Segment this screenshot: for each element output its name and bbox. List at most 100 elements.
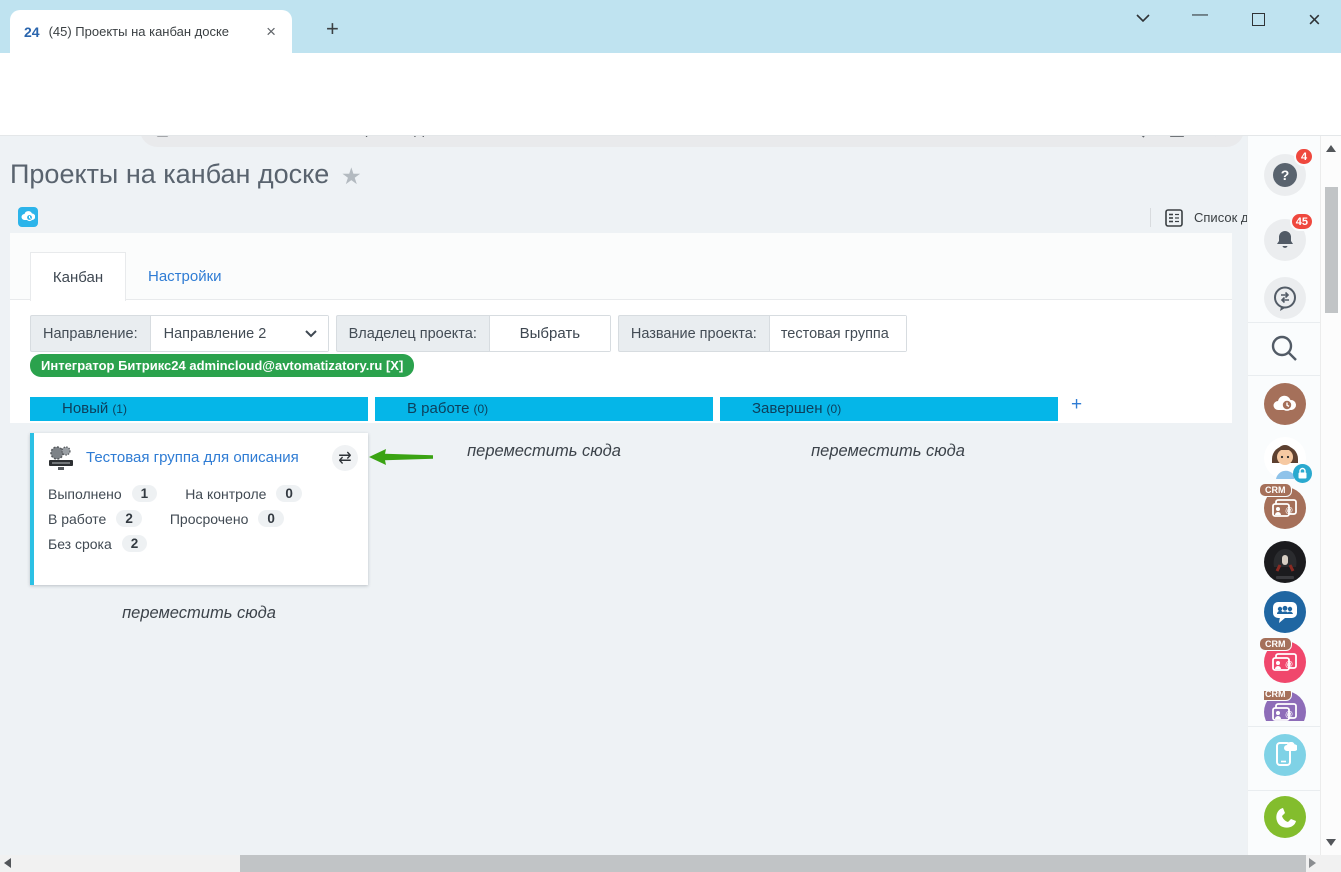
svg-text:@: @ bbox=[1285, 710, 1293, 719]
chevron-down-icon[interactable] bbox=[1136, 14, 1150, 22]
app-chat-group[interactable] bbox=[1264, 591, 1306, 633]
stat-value: 2 bbox=[122, 535, 148, 552]
column-header-inprogress: В работе(0) bbox=[375, 397, 713, 421]
owner-filter: Владелец проекта: Выбрать bbox=[336, 315, 611, 352]
integrator-badge[interactable]: Интегратор Битрикс24 admincloud@avtomati… bbox=[30, 354, 414, 377]
direction-value: Направление 2 bbox=[164, 326, 267, 342]
window-maximize-button[interactable] bbox=[1252, 13, 1265, 26]
app-mobile-cloud[interactable] bbox=[1264, 734, 1306, 776]
messenger-button[interactable] bbox=[1264, 277, 1306, 319]
contact-card-icon: @ bbox=[1272, 651, 1298, 673]
owner-label: Владелец проекта: bbox=[337, 316, 489, 351]
direction-select[interactable]: Направление 2 bbox=[150, 316, 328, 351]
new-tab-button[interactable]: + bbox=[326, 19, 339, 39]
app-avatar-dark[interactable] bbox=[1264, 541, 1306, 583]
horizontal-scrollbar-thumb[interactable] bbox=[240, 855, 1306, 872]
stat-value: 0 bbox=[258, 510, 284, 527]
search-button[interactable] bbox=[1264, 329, 1306, 371]
contact-card-icon: @ bbox=[1272, 701, 1298, 721]
tab-settings[interactable]: Настройки bbox=[148, 252, 222, 300]
app-crm-brown[interactable]: @ CRM bbox=[1264, 487, 1306, 529]
tab-title: (45) Проекты на канбан доске bbox=[49, 24, 260, 39]
stat-value: 1 bbox=[132, 485, 158, 502]
project-name-label: Название проекта: bbox=[619, 316, 769, 351]
crm-label: CRM bbox=[1259, 483, 1292, 497]
page-title: Проекты на канбан доске bbox=[10, 159, 329, 190]
bitrix-bookmark-icon[interactable] bbox=[18, 207, 38, 227]
dropzone-done[interactable]: переместить сюда bbox=[719, 442, 1057, 461]
swap-arrows-icon[interactable]: ⇄ bbox=[332, 445, 358, 471]
browser-toolbar: ← → ⟳ avtodemo.bitrix24.ru/marketplace/a… bbox=[0, 53, 1341, 100]
reading-list-icon[interactable] bbox=[1165, 209, 1183, 227]
bitrix24-favicon: 24 bbox=[24, 24, 40, 40]
question-icon: ? bbox=[1272, 162, 1298, 188]
search-icon bbox=[1264, 329, 1306, 371]
browser-tab-bar: 24 (45) Проекты на канбан доске × + — × bbox=[0, 0, 1341, 53]
notifications-button[interactable]: 45 bbox=[1264, 219, 1306, 261]
favorite-star-icon[interactable]: ★ bbox=[341, 163, 362, 190]
divider bbox=[1248, 322, 1321, 323]
contact-card-icon: @ bbox=[1272, 497, 1298, 519]
divider bbox=[1248, 790, 1321, 791]
cloud-clock-icon bbox=[1272, 394, 1298, 414]
phone-handset-icon bbox=[1273, 805, 1297, 829]
stat-value: 0 bbox=[276, 485, 302, 502]
scrollbar-corner bbox=[1320, 855, 1341, 872]
window-close-button[interactable]: × bbox=[1308, 7, 1321, 33]
stat-label: В работе bbox=[48, 511, 106, 527]
app-cloud-timer[interactable] bbox=[1264, 383, 1306, 425]
project-card-link[interactable]: Тестовая группа для описания bbox=[86, 449, 322, 466]
column-header-new: Новый(1) bbox=[30, 397, 368, 421]
stat-label: Просрочено bbox=[170, 511, 249, 527]
chat-sync-icon bbox=[1272, 285, 1298, 311]
divider bbox=[1248, 726, 1321, 727]
scroll-left-arrow[interactable] bbox=[4, 858, 11, 868]
scroll-right-arrow[interactable] bbox=[1309, 858, 1316, 868]
project-card-stats: Выполнено1 На контроле0 В работе2 Просро… bbox=[34, 471, 368, 552]
svg-text:@: @ bbox=[1285, 506, 1293, 515]
svg-text:?: ? bbox=[1281, 167, 1290, 183]
app-avatar-girl[interactable] bbox=[1264, 437, 1306, 479]
app-telephony[interactable] bbox=[1264, 796, 1306, 838]
stat-label: Выполнено bbox=[48, 486, 122, 502]
app-crm-purple[interactable]: @ CRM bbox=[1264, 691, 1306, 721]
select-chevron-icon bbox=[305, 330, 317, 338]
browser-tab[interactable]: 24 (45) Проекты на канбан доске × bbox=[10, 10, 292, 53]
scroll-down-arrow[interactable] bbox=[1326, 839, 1336, 846]
app-crm-pink[interactable]: @ CRM bbox=[1264, 641, 1306, 683]
phone-cloud-icon bbox=[1273, 742, 1297, 768]
crm-label: CRM bbox=[1259, 637, 1292, 651]
vertical-scrollbar-thumb[interactable] bbox=[1325, 187, 1338, 313]
dropzone-inprogress[interactable]: переместить сюда bbox=[375, 442, 713, 461]
project-group-icon bbox=[46, 444, 76, 471]
help-badge: 4 bbox=[1294, 147, 1314, 166]
svg-text:@: @ bbox=[1285, 660, 1293, 669]
direction-label: Направление: bbox=[31, 316, 150, 351]
project-card[interactable]: Тестовая группа для описания ⇄ Выполнено… bbox=[30, 433, 368, 585]
horizontal-scrollbar[interactable] bbox=[0, 855, 1320, 872]
crm-label: CRM bbox=[1264, 691, 1292, 701]
scroll-up-arrow[interactable] bbox=[1326, 145, 1336, 152]
dropzone-new[interactable]: переместить сюда bbox=[30, 604, 368, 623]
help-button[interactable]: ? 4 bbox=[1264, 154, 1306, 196]
bell-icon bbox=[1274, 229, 1296, 251]
divider bbox=[1248, 375, 1321, 376]
divider bbox=[1150, 208, 1151, 227]
filter-bar: Направление: Направление 2 Владелец прое… bbox=[30, 315, 907, 352]
project-name-input[interactable] bbox=[769, 316, 906, 351]
dark-avatar-icon bbox=[1264, 541, 1306, 583]
stat-value: 2 bbox=[116, 510, 142, 527]
notifications-badge: 45 bbox=[1290, 212, 1314, 231]
tab-close-icon[interactable]: × bbox=[260, 22, 282, 42]
owner-select-button[interactable]: Выбрать bbox=[489, 316, 610, 351]
column-header-done: Завершен(0) bbox=[720, 397, 1058, 421]
vertical-scrollbar[interactable] bbox=[1320, 136, 1341, 855]
add-column-button[interactable]: + bbox=[1071, 394, 1082, 416]
window-minimize-button[interactable]: — bbox=[1192, 6, 1208, 24]
app-tab-strip: Канбан Настройки bbox=[10, 233, 1232, 300]
group-chat-icon bbox=[1272, 600, 1298, 624]
bitrix-right-sidebar: ? 4 45 @ bbox=[1247, 136, 1320, 872]
tab-kanban[interactable]: Канбан bbox=[30, 252, 126, 301]
project-name-filter: Название проекта: bbox=[618, 315, 907, 352]
direction-filter: Направление: Направление 2 bbox=[30, 315, 329, 352]
